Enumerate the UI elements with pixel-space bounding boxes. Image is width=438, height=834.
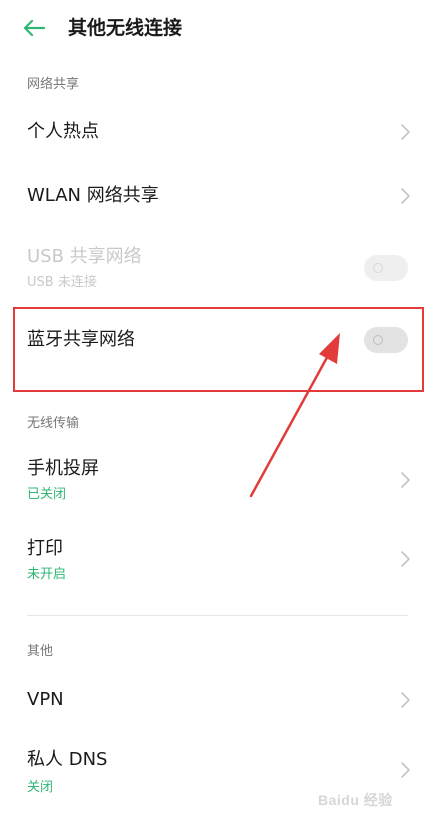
annotation-arrow xyxy=(249,333,340,498)
watermark: Baidu 经验 xyxy=(318,792,393,808)
